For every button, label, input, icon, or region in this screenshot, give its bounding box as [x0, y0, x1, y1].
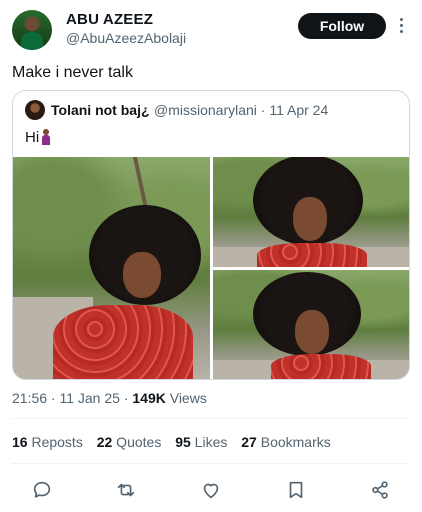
tweet-timestamp: 21:56 · 11 Jan 25 · 149K Views [12, 390, 207, 406]
reposts-count: 16 [12, 434, 28, 450]
quoted-author-avatar [25, 100, 45, 120]
repost-icon[interactable] [112, 476, 140, 504]
timestamp-date[interactable]: 21:56 · 11 Jan 25 · [12, 390, 132, 406]
share-icon[interactable] [366, 476, 394, 504]
likes-label: Likes [190, 434, 228, 450]
bookmark-icon[interactable] [282, 476, 310, 504]
engagement-stats: 16 Reposts 22 Quotes 95 Likes 27 Bookmar… [12, 434, 341, 450]
media-photo-3[interactable] [213, 270, 409, 379]
bookmarks-count: 27 [241, 434, 257, 450]
quotes-label: Quotes [112, 434, 162, 450]
author-avatar[interactable] [12, 10, 52, 50]
quoted-author-name: Tolani not baj¿ [51, 102, 150, 118]
quoted-text-label: Hi [25, 129, 40, 146]
views-label: Views [165, 390, 207, 406]
follow-button[interactable]: Follow [298, 13, 386, 39]
likes-count: 95 [175, 434, 191, 450]
divider [12, 418, 410, 419]
tweet-actions [12, 476, 410, 504]
likes-stat[interactable]: 95 Likes [175, 434, 227, 450]
reply-icon[interactable] [28, 476, 56, 504]
media-photo-2[interactable] [213, 157, 409, 267]
quotes-count: 22 [96, 434, 113, 450]
more-options-icon[interactable] [398, 16, 404, 36]
reposts-label: Reposts [27, 434, 83, 450]
quoted-media-grid [13, 157, 409, 379]
divider [12, 463, 410, 464]
views-count: 149K [132, 390, 166, 406]
like-icon[interactable] [197, 476, 225, 504]
quoted-text: Hi [25, 129, 51, 146]
author-handle[interactable]: @AbuAzeezAbolaji [66, 30, 186, 46]
reposts-stat[interactable]: 16 Reposts [12, 434, 83, 450]
tweet-text: Make i never talk [12, 64, 133, 81]
quoted-author-meta: @missionarylani · 11 Apr 24 [154, 102, 329, 118]
bookmarks-label: Bookmarks [256, 434, 331, 450]
woman-standing-icon [41, 129, 51, 145]
tweet-header: ABU AZEEZ @AbuAzeezAbolaji Follow [12, 8, 410, 52]
author-name[interactable]: ABU AZEEZ [66, 11, 153, 28]
media-photo-1[interactable] [13, 157, 210, 379]
bookmarks-stat[interactable]: 27 Bookmarks [241, 434, 331, 450]
quoted-tweet[interactable]: Tolani not baj¿ @missionarylani · 11 Apr… [12, 90, 410, 380]
quotes-stat[interactable]: 22 Quotes [97, 434, 162, 450]
